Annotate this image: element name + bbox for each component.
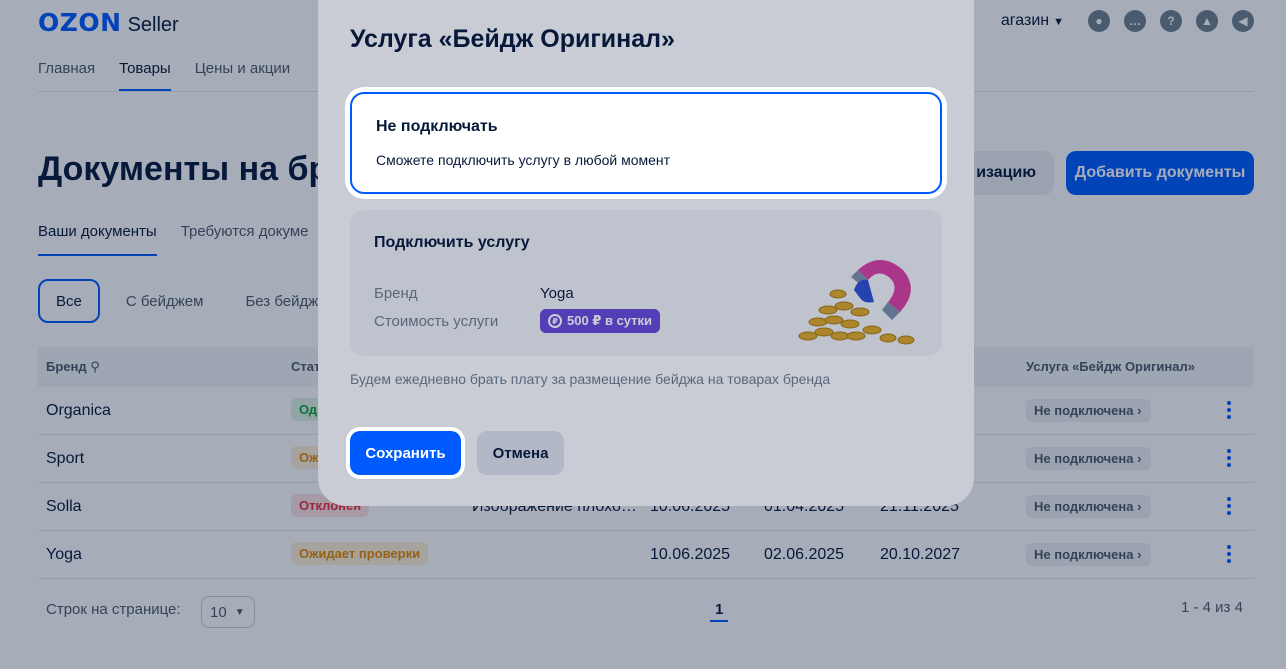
- price-value: 500 ₽ в сутки: [567, 313, 653, 328]
- badge-service-dialog: Услуга «Бейдж Оригинал» Не подключать См…: [318, 0, 974, 506]
- save-button[interactable]: Сохранить: [350, 431, 461, 475]
- billing-note: Будем ежедневно брать плату за размещени…: [350, 371, 831, 387]
- dialog-title: Услуга «Бейдж Оригинал»: [350, 25, 675, 53]
- price-badge: ₽ 500 ₽ в сутки: [540, 309, 661, 333]
- cancel-button[interactable]: Отмена: [477, 431, 564, 475]
- option-do-not-connect-title: Не подключать: [376, 118, 498, 135]
- brand-label: Бренд: [374, 285, 418, 302]
- magnet-coins-illustration: [798, 260, 915, 345]
- option-do-not-connect-description: Сможете подключить услугу в любой момент: [376, 152, 671, 168]
- option-connect-title: Подключить услугу: [374, 234, 530, 251]
- brand-value: Yoga: [540, 285, 574, 302]
- option-do-not-connect[interactable]: Не подключать Сможете подключить услугу …: [350, 92, 942, 194]
- coin-icon: ₽: [548, 314, 562, 328]
- price-label: Стоимость услуги: [374, 313, 499, 330]
- option-connect-service[interactable]: Подключить услугу Бренд Yoga Стоимость у…: [350, 210, 942, 356]
